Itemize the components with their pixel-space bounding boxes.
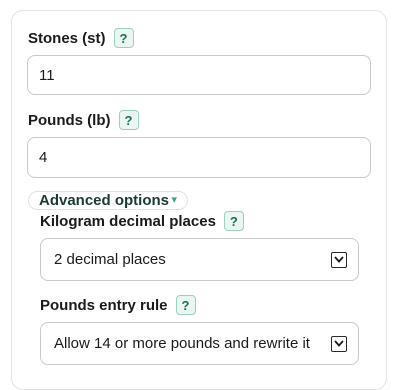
kg-decimals-help-icon[interactable]: ? — [223, 211, 244, 231]
chevron-down-icon — [331, 251, 347, 268]
pounds-rule-label: Pounds entry rule — [40, 296, 168, 314]
kg-decimals-select[interactable]: 2 decimal places — [40, 238, 359, 281]
stones-label-row: Stones (st) ? — [28, 28, 134, 48]
chevron-down-icon — [331, 335, 347, 352]
pounds-rule-select[interactable]: Allow 14 or more pounds and rewrite it — [40, 322, 359, 365]
kg-decimals-label: Kilogram decimal places — [40, 212, 216, 230]
advanced-options-toggle[interactable]: Advanced options ▾ — [28, 191, 188, 210]
pounds-input-value: 4 — [39, 149, 48, 166]
pounds-label-row: Pounds (lb) ? — [28, 110, 139, 130]
kg-decimals-label-row: Kilogram decimal places ? — [40, 211, 244, 231]
stones-input[interactable]: 11 — [27, 55, 371, 95]
pounds-rule-help-icon[interactable]: ? — [175, 295, 196, 315]
stones-label: Stones (st) — [28, 29, 106, 47]
pounds-input[interactable]: 4 — [27, 137, 371, 178]
pounds-rule-label-row: Pounds entry rule ? — [40, 295, 196, 315]
pounds-help-icon[interactable]: ? — [118, 110, 139, 130]
pounds-label: Pounds (lb) — [28, 111, 111, 129]
expand-arrow-icon: ▾ — [171, 194, 177, 206]
advanced-options-label: Advanced options — [39, 192, 170, 209]
pounds-rule-selected: Allow 14 or more pounds and rewrite it — [54, 335, 310, 352]
kg-decimals-selected: 2 decimal places — [54, 251, 166, 268]
stones-help-icon[interactable]: ? — [113, 28, 134, 48]
stones-input-value: 11 — [39, 66, 55, 84]
